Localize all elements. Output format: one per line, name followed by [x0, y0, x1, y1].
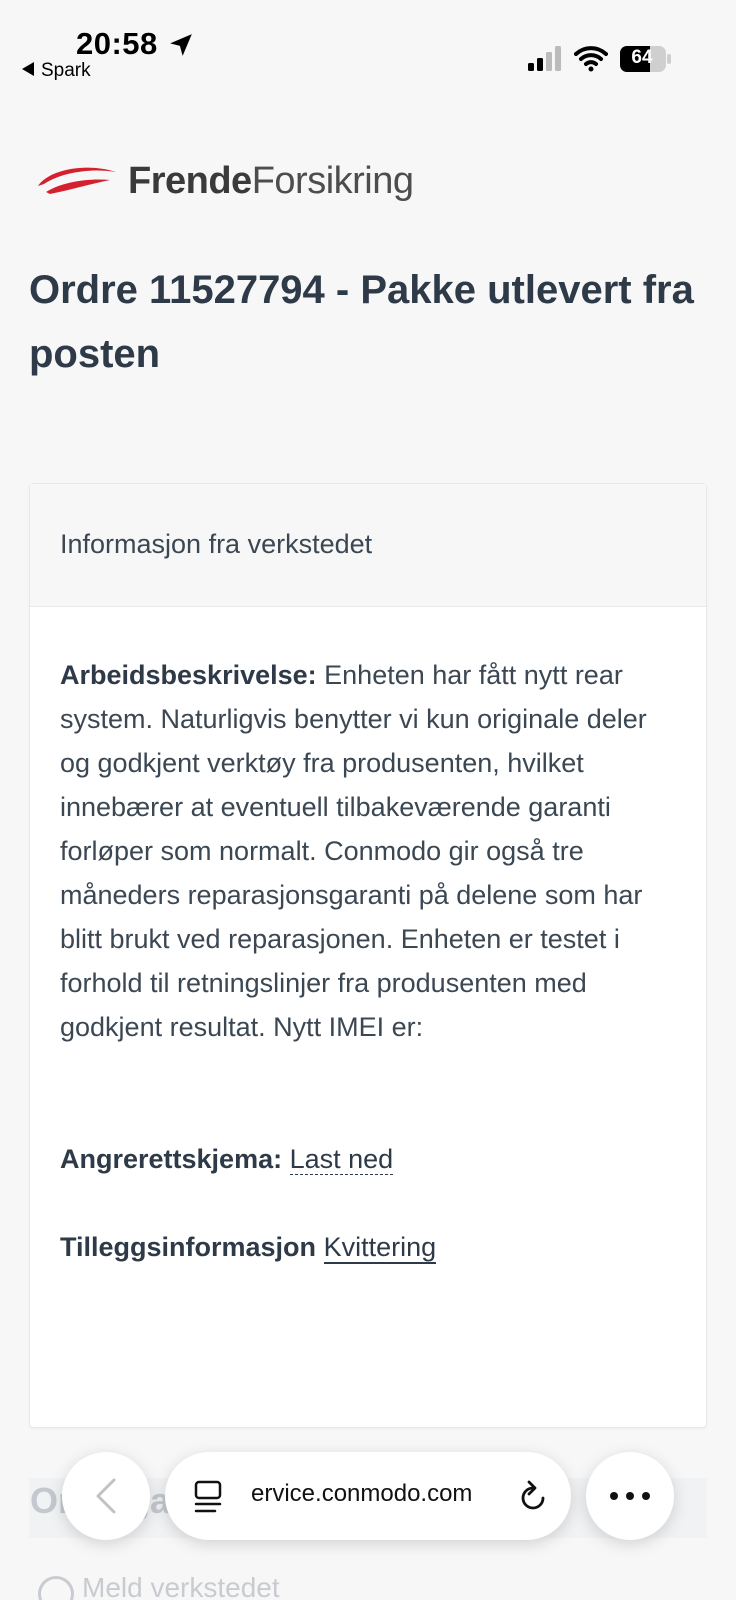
url-text: ervice.conmodo.com [251, 1480, 473, 1507]
back-app-label: Spark [41, 60, 91, 81]
receipt-link[interactable]: Kvittering [323, 1232, 437, 1264]
status-bar: 20:58 Spark 64 [0, 0, 736, 96]
logo-text-frende: Frende [128, 160, 252, 202]
download-withdrawal-form-link[interactable]: Last ned [289, 1144, 394, 1175]
workshop-info-card: Informasjon fra verkstedet Arbeidsbeskri… [29, 483, 707, 1428]
wifi-icon [574, 46, 608, 72]
imei-redacted [60, 1054, 340, 1080]
page-title: Ordre 11527794 - Pakke utlevert fra post… [29, 268, 694, 376]
extra-info-row: Tilleggsinformasjon Kvittering [60, 1225, 676, 1269]
withdrawal-label: Angrerettskjema: [60, 1144, 283, 1174]
frende-swoosh-icon [38, 167, 116, 194]
cellular-signal-icon [528, 46, 561, 71]
battery-level: 64 [631, 47, 653, 68]
tab-overview-icon [194, 1480, 222, 1513]
location-arrow-icon [170, 34, 192, 56]
logo-text-forsikring: Forsikring [251, 160, 414, 202]
notify-workshop-radio[interactable] [38, 1576, 74, 1600]
card-body: Arbeidsbeskrivelse: Enheten har fått nyt… [30, 607, 706, 1269]
logo-wordmark: FrendeForsikring [128, 160, 414, 203]
extra-info-label: Tilleggsinformasjon [60, 1232, 317, 1262]
browser-back-button[interactable] [62, 1452, 150, 1540]
back-to-app-link[interactable]: Spark [22, 60, 91, 82]
notify-workshop-label: Meld verkstedet [82, 1572, 280, 1600]
withdrawal-row: Angrerettskjema: Last ned [60, 1137, 676, 1181]
status-time: 20:58 [76, 26, 158, 61]
back-triangle-icon [22, 62, 34, 76]
reload-icon[interactable] [517, 1478, 549, 1514]
chevron-left-icon [96, 1478, 116, 1514]
work-description: Arbeidsbeskrivelse: Enheten har fått nyt… [60, 653, 680, 1093]
more-dots-icon [610, 1492, 650, 1500]
address-bar[interactable]: ervice.conmodo.com [165, 1452, 571, 1540]
browser-more-button[interactable] [586, 1452, 674, 1540]
work-description-text: Enheten har fått nytt rear system. Natur… [60, 660, 647, 1042]
card-header: Informasjon fra verkstedet [30, 484, 706, 607]
work-description-label: Arbeidsbeskrivelse: [60, 660, 317, 690]
frende-logo: FrendeForsikring [36, 158, 456, 208]
